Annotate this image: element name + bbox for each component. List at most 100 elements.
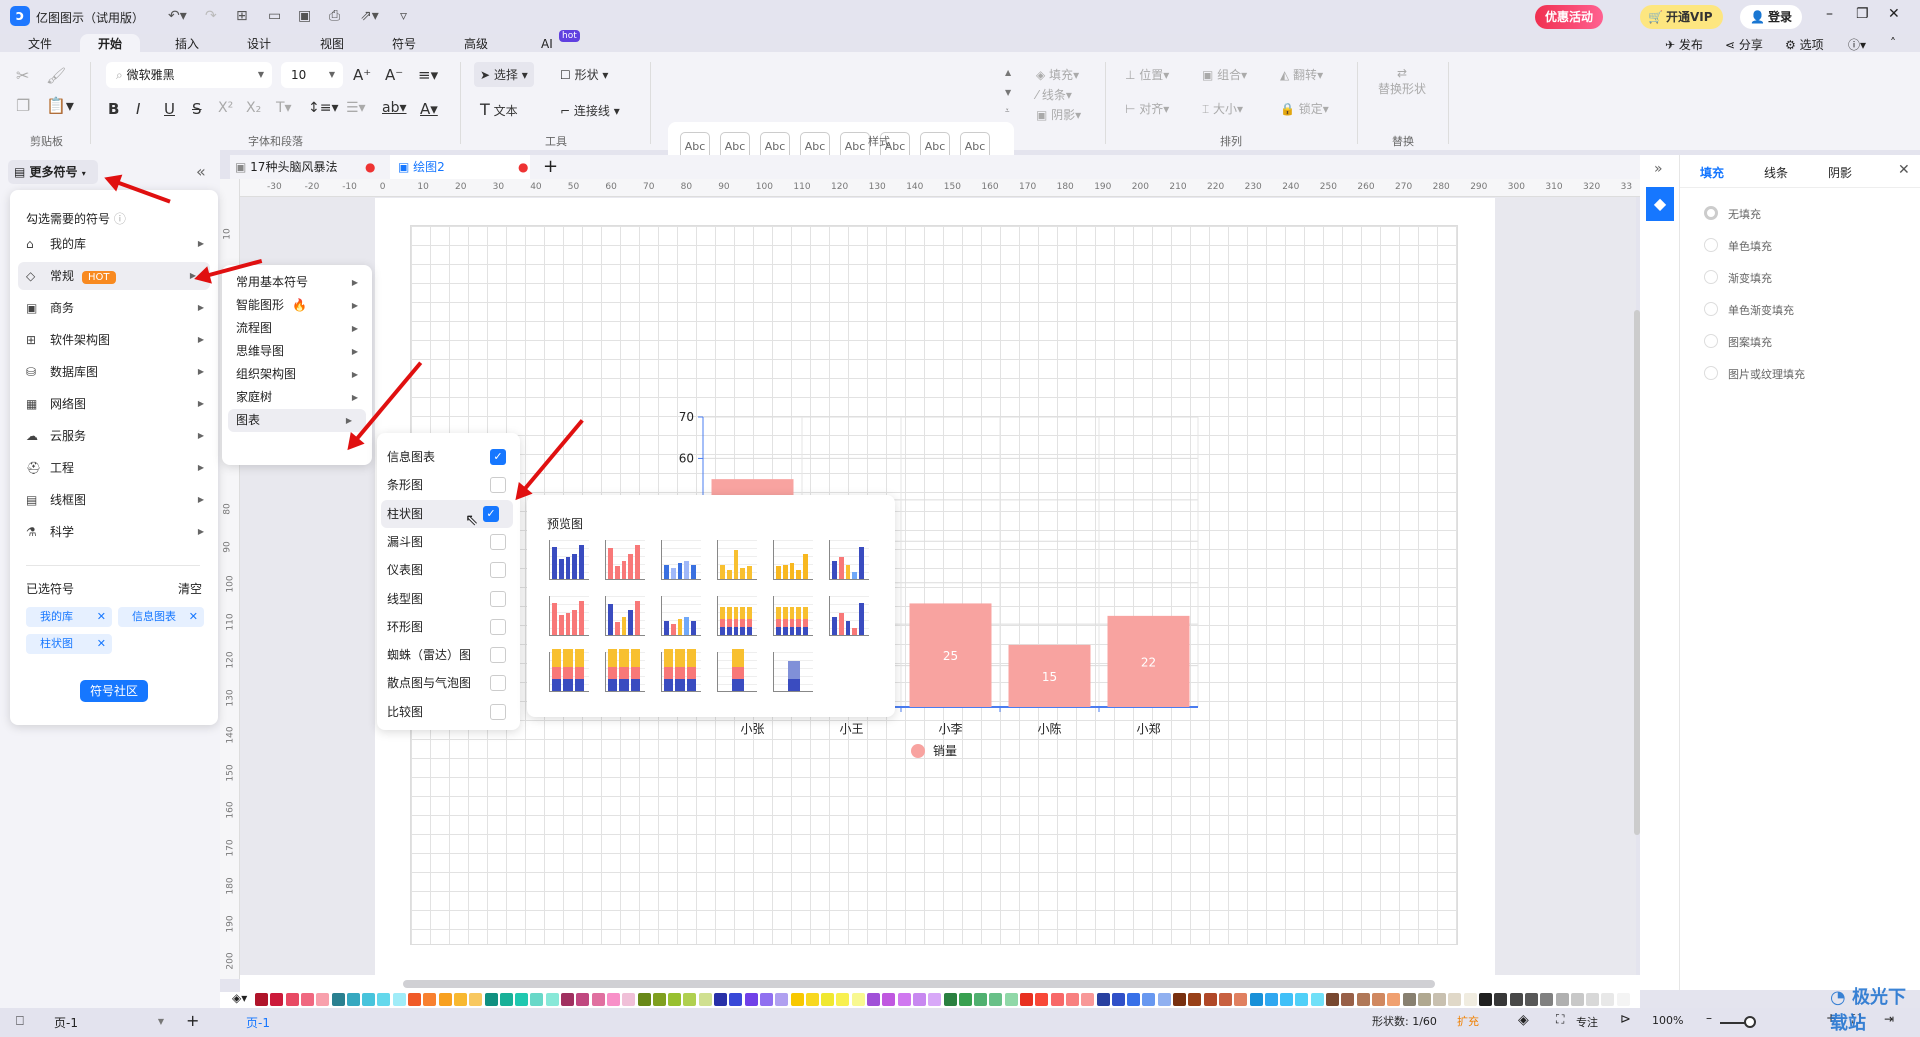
zoom-out-button[interactable]: – xyxy=(1706,1011,1712,1025)
help-circle-icon[interactable]: ⓘ xyxy=(114,212,126,226)
radio-button[interactable] xyxy=(1704,238,1718,252)
color-swatch[interactable] xyxy=(1157,993,1171,1006)
vip-button[interactable]: 🛒 开通VIP xyxy=(1640,5,1723,29)
tab-line[interactable]: 线条 xyxy=(1764,164,1788,181)
chart-type-item[interactable]: 信息图表 ✓ xyxy=(377,443,520,471)
font-family-select[interactable]: ⌕ 微软雅黑 ▼ xyxy=(106,62,272,88)
color-swatch[interactable] xyxy=(1524,993,1538,1006)
color-swatch[interactable] xyxy=(561,993,574,1006)
color-swatch[interactable] xyxy=(545,993,559,1006)
radio-button[interactable] xyxy=(1704,302,1718,316)
bold-icon[interactable]: B xyxy=(108,100,119,118)
restore-button[interactable]: ❐ xyxy=(1856,6,1869,22)
copy-icon[interactable]: ❐ xyxy=(16,96,30,115)
color-swatch[interactable] xyxy=(606,993,620,1006)
flip-button[interactable]: ◭ 翻转▾ xyxy=(1280,66,1323,83)
color-swatch[interactable] xyxy=(270,993,284,1006)
minimize-button[interactable]: – xyxy=(1826,6,1833,22)
format-painter-icon[interactable]: 🖌 xyxy=(46,66,66,85)
fill-option[interactable]: 单色填充 xyxy=(1680,235,1920,255)
line-spacing-icon[interactable]: ↕≡▾ xyxy=(308,100,339,116)
chart-preview-thumbnail[interactable] xyxy=(661,540,701,580)
submenu-item[interactable]: 家庭树 ▶ xyxy=(222,386,372,409)
login-button[interactable]: 👤 登录 xyxy=(1740,5,1803,29)
color-swatch[interactable] xyxy=(1264,993,1278,1006)
chart-preview-thumbnail[interactable] xyxy=(549,540,589,580)
chart-type-item[interactable]: 环形图 xyxy=(377,613,520,641)
chart-type-item[interactable]: 蜘蛛（雷达）图 xyxy=(377,641,520,669)
color-swatch[interactable] xyxy=(1448,993,1462,1006)
color-swatch[interactable] xyxy=(499,993,513,1006)
checkbox[interactable] xyxy=(490,562,506,579)
color-swatch[interactable] xyxy=(1188,993,1202,1006)
publish-button[interactable]: ✈ 发布 xyxy=(1665,36,1703,53)
more-symbols-button[interactable]: ▤ 更多符号 ▾ xyxy=(8,160,98,184)
color-swatch[interactable] xyxy=(943,993,957,1006)
color-swatch[interactable] xyxy=(928,993,942,1006)
color-swatch[interactable] xyxy=(1249,993,1263,1006)
save-icon[interactable]: ▣ xyxy=(298,8,311,24)
chart-preview-thumbnail[interactable] xyxy=(717,649,757,692)
cut-icon[interactable]: ✂ xyxy=(16,66,29,85)
color-swatch[interactable] xyxy=(683,993,697,1006)
increase-font-icon[interactable]: A⁺ xyxy=(353,66,371,84)
italic-icon[interactable]: I xyxy=(136,100,140,118)
color-swatch[interactable] xyxy=(438,993,452,1006)
color-swatch[interactable] xyxy=(882,993,896,1006)
remove-tag-icon[interactable]: ✕ xyxy=(189,607,198,627)
chart-type-item[interactable]: 漏斗图 xyxy=(377,528,520,556)
fill-option[interactable]: 图片或纹理填充 xyxy=(1680,363,1920,383)
submenu-item[interactable]: 组织架构图 ▶ xyxy=(222,363,372,386)
layers-icon[interactable]: ◈ xyxy=(1518,1012,1529,1028)
tab-shadow[interactable]: 阴影 xyxy=(1828,164,1852,181)
color-swatch[interactable] xyxy=(1402,993,1416,1006)
chart-preview-thumbnail[interactable] xyxy=(717,540,757,580)
color-swatch[interactable] xyxy=(392,993,406,1006)
chart-preview-thumbnail[interactable] xyxy=(829,540,869,580)
font-size-select[interactable]: 10 ▼ xyxy=(281,62,343,88)
superscript-icon[interactable]: X² xyxy=(218,100,233,116)
help-icon[interactable]: ⓘ▾ xyxy=(1848,36,1866,53)
expand-link[interactable]: 扩充 xyxy=(1457,1013,1479,1029)
chart-preview-thumbnail[interactable] xyxy=(605,649,645,692)
color-swatch[interactable] xyxy=(1127,993,1141,1006)
selected-tag[interactable]: 我的库 ✕ xyxy=(26,607,112,627)
color-swatch[interactable] xyxy=(591,993,605,1006)
category-item[interactable]: ◇常规HOT▶ xyxy=(18,262,210,290)
color-swatch[interactable] xyxy=(1111,993,1125,1006)
category-item[interactable]: ⚗ 科学 ▶ xyxy=(10,518,218,546)
color-swatch[interactable] xyxy=(1035,993,1049,1006)
doc-tab-drawing2[interactable]: ▣ 绘图2 ● xyxy=(390,155,530,179)
color-swatch[interactable] xyxy=(530,993,544,1006)
color-swatch[interactable] xyxy=(255,993,268,1006)
expand-panel-icon[interactable]: » xyxy=(1654,161,1663,177)
color-swatch[interactable] xyxy=(1280,993,1294,1006)
gallery-scroll-down[interactable]: ▼ xyxy=(1005,88,1011,97)
category-item[interactable]: ☁ 云服务 ▶ xyxy=(10,422,218,450)
color-swatch[interactable] xyxy=(1371,993,1385,1006)
connector-tool-button[interactable]: ⌐ 连接线 ▾ xyxy=(560,102,620,119)
tab-insert[interactable]: 插入 xyxy=(157,34,217,54)
color-swatch[interactable] xyxy=(1050,993,1064,1006)
category-item[interactable]: ⛁ 数据库图 ▶ xyxy=(10,358,218,386)
chart-preview-thumbnail[interactable] xyxy=(773,596,813,636)
chart-type-item[interactable]: 柱状图 ✓ xyxy=(381,499,513,528)
symbol-community-button[interactable]: 符号社区 xyxy=(80,680,148,702)
color-swatch[interactable] xyxy=(1142,993,1156,1006)
color-swatch[interactable] xyxy=(1310,993,1324,1006)
color-swatch[interactable] xyxy=(453,993,467,1006)
color-swatch[interactable] xyxy=(775,993,789,1006)
color-swatch[interactable] xyxy=(958,993,972,1006)
color-swatch[interactable] xyxy=(1463,993,1477,1006)
color-swatch[interactable] xyxy=(790,993,804,1006)
customize-toolbar-icon[interactable]: ▿ xyxy=(400,8,407,24)
submenu-item[interactable]: 智能图形 🔥 ▶ xyxy=(222,294,372,317)
lock-button[interactable]: 🔒 锁定▾ xyxy=(1280,100,1329,117)
chart-preview-thumbnail[interactable] xyxy=(549,596,589,636)
color-swatch[interactable] xyxy=(652,993,666,1006)
color-swatch[interactable] xyxy=(1356,993,1370,1006)
color-swatch[interactable] xyxy=(821,993,835,1006)
fill-color-icon[interactable]: ◈▾ xyxy=(232,991,247,1005)
chart-type-item[interactable]: 比较图 xyxy=(377,698,520,726)
export-icon[interactable]: ⇗▾ xyxy=(360,8,379,24)
